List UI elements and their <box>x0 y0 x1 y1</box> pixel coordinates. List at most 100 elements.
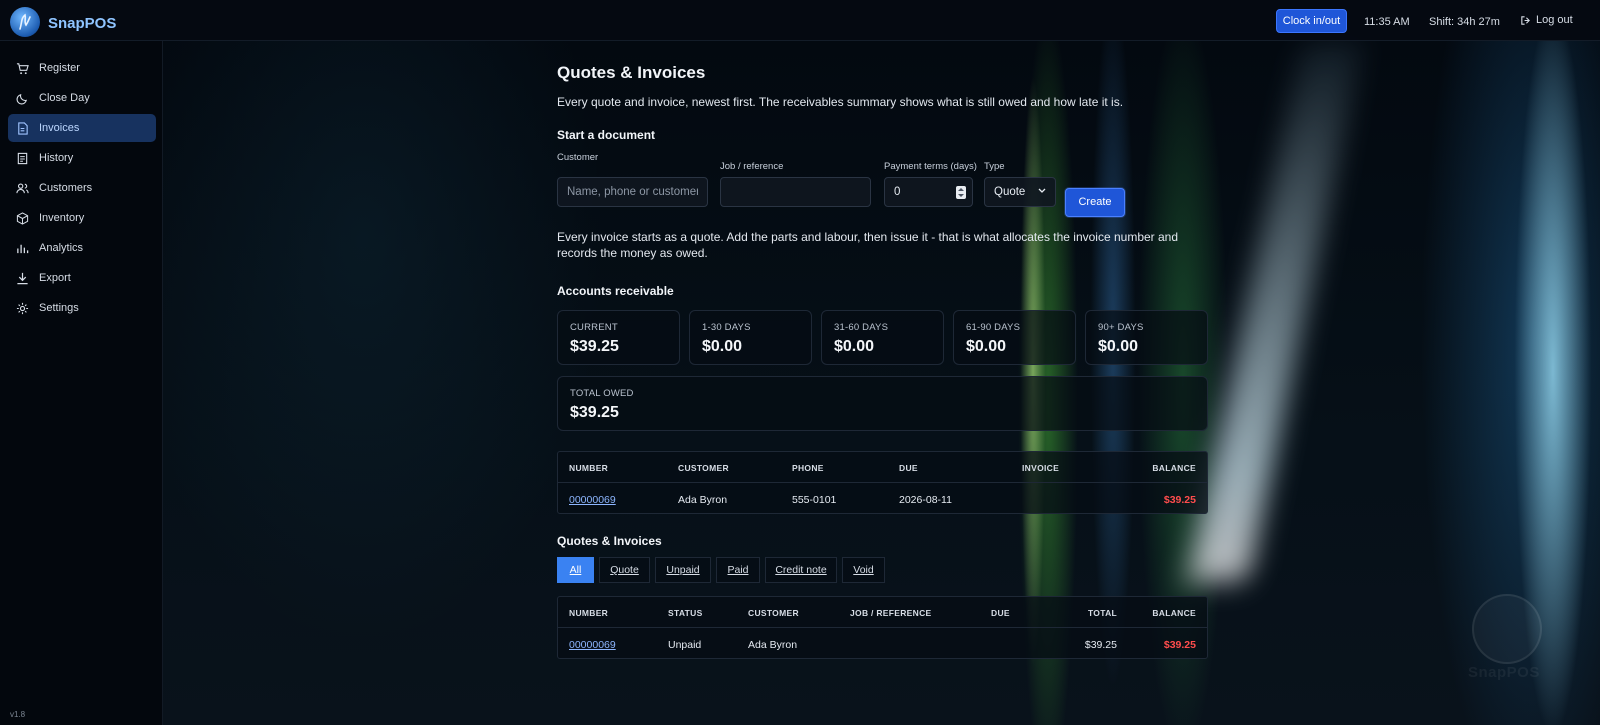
column-header-balance: BALANCE <box>1152 608 1196 618</box>
job-reference-input[interactable] <box>720 177 871 207</box>
sidebar-item-history[interactable]: History <box>8 144 156 172</box>
cart-icon <box>16 62 29 74</box>
sidebar-item-label: Close Day <box>39 92 90 104</box>
sidebar-item-settings[interactable]: Settings <box>8 294 156 322</box>
start-document-heading: Start a document <box>557 128 656 142</box>
sidebar-item-register[interactable]: Register <box>8 54 156 82</box>
document-number-link[interactable]: 00000069 <box>569 639 616 651</box>
shift-duration: Shift: 34h 27m <box>1429 16 1500 28</box>
brand-logo-icon[interactable] <box>10 7 40 37</box>
column-header-due: DUE <box>899 463 918 473</box>
column-header-total: TOTAL <box>1087 608 1117 618</box>
page-title: Quotes & Invoices <box>557 63 706 82</box>
invoice-flow-note: Every invoice starts as a quote. Add the… <box>557 230 1179 260</box>
page-description: Every quote and invoice, newest first. T… <box>557 95 1124 109</box>
aging-card-label: CURRENT <box>570 322 618 333</box>
type-label: Type <box>984 161 1005 172</box>
column-header-due: DUE <box>991 608 1010 618</box>
app-version: v1.8 <box>10 710 26 719</box>
row-phone: 555-0101 <box>792 494 837 506</box>
brand-name: SnapPOS <box>48 15 117 32</box>
sidebar-item-analytics[interactable]: Analytics <box>8 234 156 262</box>
sidebar-item-label: Export <box>39 272 71 284</box>
aging-card-31-60: 31-60 DAYS $0.00 <box>821 310 944 365</box>
sidebar-item-label: Analytics <box>39 242 84 254</box>
row-balance: $39.25 <box>1163 639 1196 651</box>
watermark-text: SnapPOS <box>1468 664 1540 681</box>
column-header-status: STATUS <box>668 608 703 618</box>
box-icon <box>16 211 29 225</box>
column-header-phone: PHONE <box>792 463 824 473</box>
sidebar-item-label: History <box>39 152 74 164</box>
payment-terms-label: Payment terms (days) <box>884 161 977 172</box>
customer-input[interactable] <box>557 177 708 207</box>
sidebar-item-customers[interactable]: Customers <box>8 174 156 202</box>
job-reference-label: Job / reference <box>720 161 784 172</box>
total-owed-value: $39.25 <box>570 404 619 421</box>
aging-card-value: $39.25 <box>570 338 619 355</box>
create-button[interactable]: Create <box>1065 188 1125 217</box>
current-time: 11:35 AM <box>1364 16 1410 28</box>
row-status: Unpaid <box>668 639 702 651</box>
watermark-logo-icon <box>1472 594 1542 664</box>
sidebar-item-export[interactable]: Export <box>8 264 156 292</box>
sidebar-item-close-day[interactable]: Close Day <box>8 84 156 112</box>
documents-table-header: NUMBER STATUS CUSTOMER JOB / REFERENCE D… <box>558 597 1207 628</box>
sidebar: Register Close Day Invoices History Cust… <box>0 41 163 725</box>
sidebar-item-invoices[interactable]: Invoices <box>8 114 156 142</box>
users-icon <box>16 182 29 193</box>
receivables-table-header: NUMBER CUSTOMER PHONE DUE INVOICE BALANC… <box>558 452 1207 483</box>
document-icon <box>18 121 28 135</box>
aging-card-current: CURRENT $39.25 <box>557 310 680 365</box>
aging-card-90-plus: 90+ DAYS $0.00 <box>1085 310 1208 365</box>
row-balance: $39.25 <box>1163 494 1196 506</box>
tab-credit-note[interactable]: Credit note <box>765 557 837 583</box>
total-owed-label: TOTAL OWED <box>570 388 634 399</box>
sidebar-item-label: Inventory <box>39 212 85 224</box>
column-header-job-reference: JOB / REFERENCE <box>850 608 932 618</box>
total-owed-card: TOTAL OWED $39.25 <box>557 376 1208 431</box>
tab-paid[interactable]: Paid <box>716 557 760 583</box>
aging-card-label: 90+ DAYS <box>1098 322 1144 333</box>
column-header-balance: BALANCE <box>1152 463 1196 473</box>
sidebar-item-label: Register <box>39 62 80 74</box>
tab-void[interactable]: Void <box>842 557 885 583</box>
aging-card-1-30: 1-30 DAYS $0.00 <box>689 310 812 365</box>
gear-icon <box>16 302 29 314</box>
aging-card-label: 31-60 DAYS <box>834 322 889 333</box>
aging-card-value: $0.00 <box>702 338 743 355</box>
accounts-receivable-heading: Accounts receivable <box>557 284 674 298</box>
list-icon <box>17 152 28 164</box>
tab-quote[interactable]: Quote <box>599 557 650 583</box>
customer-label: Customer <box>557 152 599 163</box>
type-selected-value: Quote <box>994 186 1026 198</box>
column-header-number: NUMBER <box>569 608 609 618</box>
sidebar-item-label: Invoices <box>39 122 80 134</box>
row-customer: Ada Byron <box>748 639 798 651</box>
download-icon <box>17 272 28 284</box>
bar-chart-icon <box>17 244 29 253</box>
top-bar: SnapPOS Clock in/out 11:35 AM Shift: 34h… <box>0 0 1600 41</box>
sidebar-item-inventory[interactable]: Inventory <box>8 204 156 232</box>
row-total: $39.25 <box>1084 639 1117 651</box>
receivables-table: NUMBER CUSTOMER PHONE DUE INVOICE BALANC… <box>557 451 1208 514</box>
aging-card-value: $0.00 <box>1098 338 1139 355</box>
sidebar-item-label: Customers <box>39 182 93 194</box>
type-select[interactable]: Quote <box>984 177 1056 207</box>
row-due: 2026-08-11 <box>899 494 952 506</box>
payment-terms-input[interactable]: 0 <box>884 177 973 207</box>
clock-in-out-button[interactable]: Clock in/out <box>1276 9 1347 33</box>
row-customer: Ada Byron <box>678 494 728 506</box>
logout-button[interactable]: Log out <box>1520 14 1573 26</box>
number-stepper-icon[interactable] <box>956 186 966 199</box>
invoice-number-link[interactable]: 00000069 <box>569 494 616 506</box>
documents-table: NUMBER STATUS CUSTOMER JOB / REFERENCE D… <box>557 596 1208 659</box>
chevron-down-icon <box>1038 188 1046 193</box>
tab-unpaid[interactable]: Unpaid <box>655 557 711 583</box>
quotes-invoices-list-heading: Quotes & Invoices <box>557 534 662 548</box>
aging-card-label: 1-30 DAYS <box>702 322 751 333</box>
moon-icon <box>16 93 27 104</box>
aging-card-61-90: 61-90 DAYS $0.00 <box>953 310 1076 365</box>
aging-card-label: 61-90 DAYS <box>966 322 1021 333</box>
tab-all[interactable]: All <box>557 557 594 583</box>
